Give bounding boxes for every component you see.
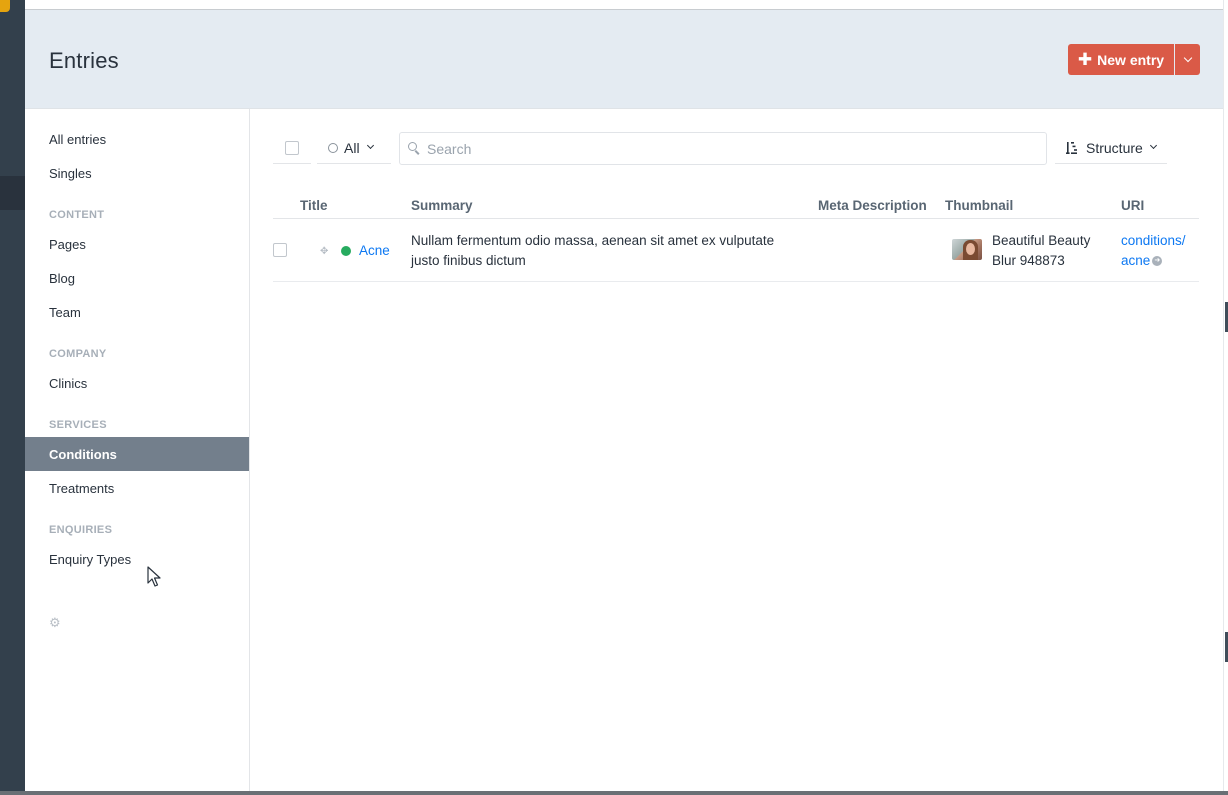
window-right-edge: [1223, 0, 1228, 795]
new-entry-menu-button[interactable]: [1175, 44, 1200, 75]
view-mode-button[interactable]: Structure: [1055, 132, 1167, 164]
select-all-checkbox[interactable]: [285, 140, 299, 155]
new-entry-button[interactable]: ✚ New entry: [1068, 44, 1174, 75]
table-header-divider: [273, 218, 1199, 219]
plus-icon: ✚: [1077, 49, 1093, 69]
page-title: Entries: [49, 48, 119, 73]
sidebar-item-singles[interactable]: Singles: [25, 156, 249, 190]
external-link-icon: ➜: [1152, 256, 1163, 267]
sidebar-item-enquiry-types[interactable]: Enquiry Types: [25, 542, 249, 576]
sidebar-item-pages[interactable]: Pages: [25, 227, 249, 261]
column-header-uri[interactable]: URI: [1121, 198, 1144, 213]
sidebar-item-all-entries[interactable]: All entries: [25, 122, 249, 156]
window-bottom-edge: [0, 791, 1228, 795]
sidebar-heading-services: SERVICES: [49, 419, 107, 431]
sidebar-item-conditions[interactable]: Conditions: [25, 437, 249, 471]
mouse-cursor-icon: [147, 566, 161, 587]
view-mode-label: Structure: [1086, 139, 1143, 156]
entry-uri-link[interactable]: conditions/ acne ➜: [1121, 231, 1201, 271]
select-all-checkbox-wrap: [273, 132, 311, 164]
row-checkbox[interactable]: [273, 243, 287, 257]
sidebar-item-blog[interactable]: Blog: [25, 261, 249, 295]
search-input[interactable]: [427, 140, 1027, 157]
entries-window: Entries ✚ New entry All entries Singles …: [25, 9, 1223, 792]
move-icon[interactable]: ✥: [320, 247, 330, 257]
table-row-divider: [273, 281, 1199, 282]
nav-highlight: [0, 176, 25, 210]
thumbnail-caption: Beautiful Beauty Blur 948873: [992, 233, 1091, 268]
sidebar-heading-content: CONTENT: [49, 209, 105, 221]
search-icon: [408, 142, 421, 155]
chevron-down-icon: [1183, 53, 1192, 62]
column-header-thumbnail[interactable]: Thumbnail: [945, 198, 1013, 213]
edge-shadow: [1223, 0, 1224, 795]
structure-icon: [1066, 141, 1077, 154]
sidebar-item-treatments[interactable]: Treatments: [25, 471, 249, 505]
new-entry-label: New entry: [1097, 51, 1165, 68]
status-filter-button[interactable]: All: [317, 132, 391, 164]
status-filter-label: All: [344, 139, 360, 156]
sidebar-item-team[interactable]: Team: [25, 295, 249, 329]
sidebar-item-clinics[interactable]: Clinics: [25, 366, 249, 400]
entry-title-link[interactable]: Acne: [359, 241, 390, 261]
gear-icon[interactable]: ⚙: [49, 616, 61, 629]
column-header-summary[interactable]: Summary: [411, 198, 473, 213]
window-top-edge: [25, 0, 1228, 9]
app-nav-strip: [0, 0, 25, 795]
sources-sidebar: All entries Singles CONTENT Pages Blog T…: [25, 109, 250, 792]
status-circle-icon: [328, 142, 338, 153]
search-box: [399, 132, 1047, 165]
column-header-meta-description[interactable]: Meta Description: [818, 198, 927, 213]
chevron-down-icon: [1149, 141, 1157, 150]
thumbnail-image[interactable]: [952, 239, 982, 260]
column-header-title[interactable]: Title: [300, 198, 328, 213]
chevron-down-icon: [366, 141, 374, 150]
page-header: Entries ✚ New entry: [25, 10, 1223, 109]
sidebar-heading-company: COMPANY: [49, 348, 107, 360]
entry-summary: Nullam fermentum odio massa, aenean sit …: [411, 233, 775, 268]
nav-accent-tab: [0, 0, 10, 12]
sidebar-heading-enquiries: ENQUIRIES: [49, 524, 113, 536]
status-live-icon: [341, 246, 351, 256]
